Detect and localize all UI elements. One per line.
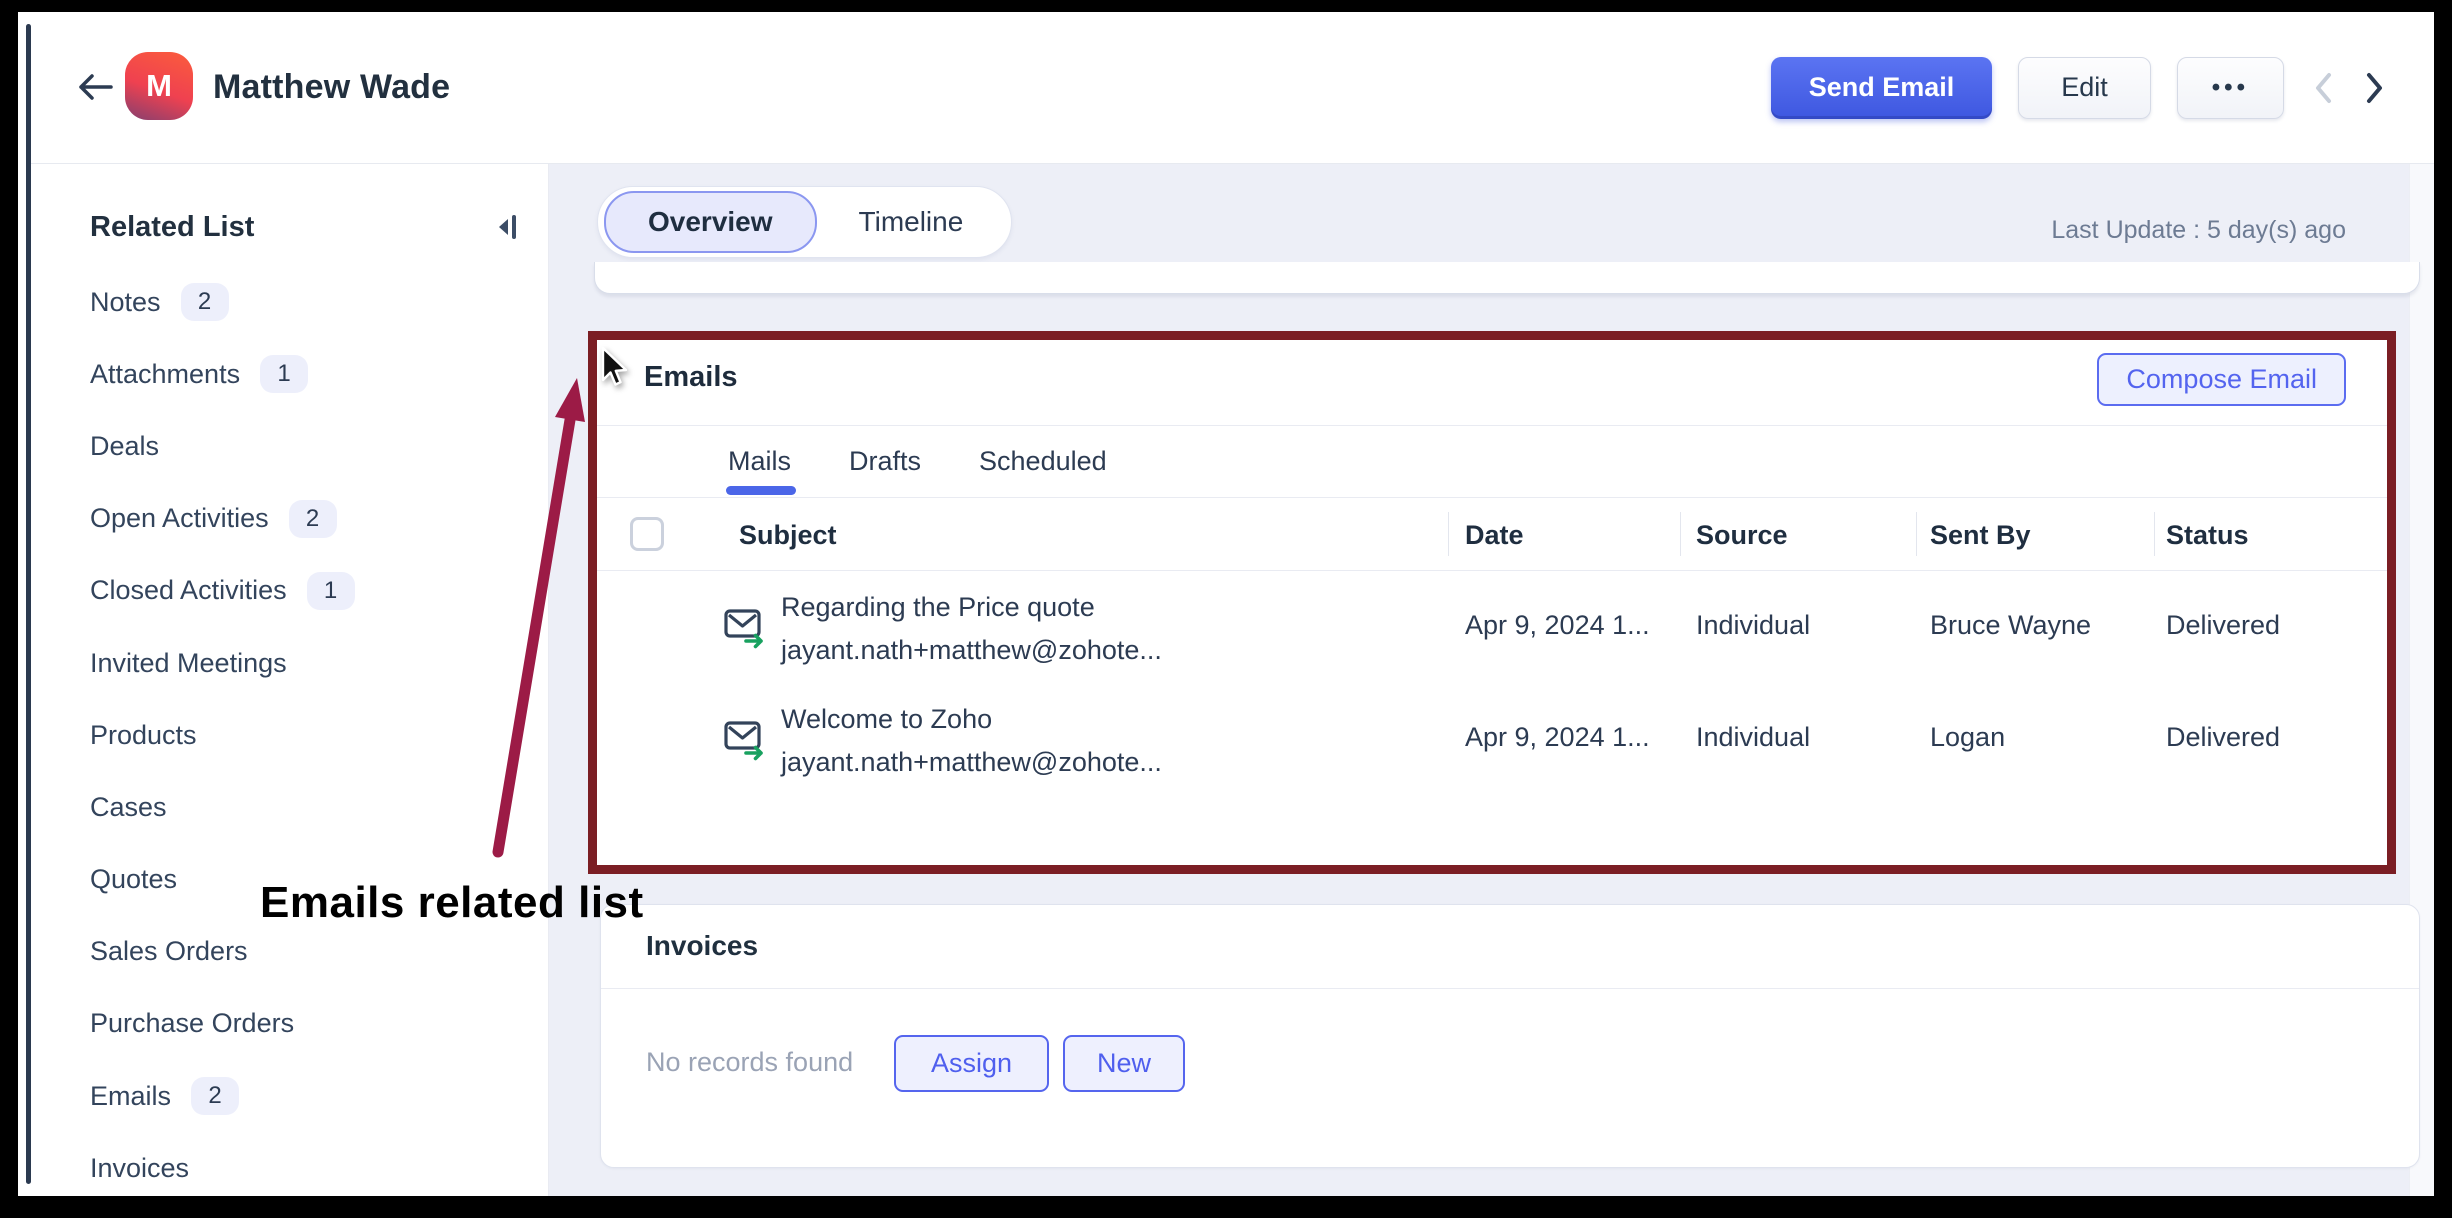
email-date: Apr 9, 2024 1...: [1465, 722, 1650, 753]
annotation-box: Emails Compose Email Mails Drafts Schedu…: [588, 331, 2396, 874]
emails-panel: Emails Compose Email Mails Drafts Schedu…: [597, 340, 2387, 865]
sidebar-item-products[interactable]: Products: [31, 699, 548, 771]
assign-button[interactable]: Assign: [894, 1035, 1049, 1092]
sidebar-header: Related List: [90, 202, 522, 252]
last-update-text: Last Update : 5 day(s) ago: [2051, 216, 2346, 245]
sidebar-item-deals[interactable]: Deals: [31, 410, 548, 482]
select-all-checkbox[interactable]: [630, 517, 664, 551]
active-tab-indicator: [726, 486, 796, 495]
sidebar-item-emails[interactable]: Emails 2: [31, 1060, 548, 1132]
sidebar-item-label: Invited Meetings: [90, 648, 287, 679]
email-row[interactable]: Welcome to Zoho jayant.nath+matthew@zoho…: [597, 698, 2387, 798]
back-arrow-icon: [75, 70, 115, 104]
sent-mail-icon: [723, 604, 769, 650]
email-source: Individual: [1696, 722, 1810, 753]
email-subject[interactable]: Welcome to Zoho: [781, 704, 992, 735]
email-status: Delivered: [2166, 610, 2280, 641]
empty-state-text: No records found: [646, 1047, 853, 1078]
email-status: Delivered: [2166, 722, 2280, 753]
invoices-panel-title: Invoices: [646, 930, 758, 962]
sidebar-item-closed-activities[interactable]: Closed Activities 1: [31, 555, 548, 627]
record-header: M Matthew Wade Send Email Edit •••: [31, 12, 2434, 164]
column-divider: [1916, 512, 1917, 556]
sidebar-item-label: Invoices: [90, 1153, 189, 1184]
email-date: Apr 9, 2024 1...: [1465, 610, 1650, 641]
column-header-date: Date: [1465, 520, 1524, 551]
back-button[interactable]: [75, 70, 115, 104]
next-record-button[interactable]: [2362, 68, 2388, 108]
sidebar-item-label: Notes: [90, 287, 161, 318]
record-detail-area: Overview Timeline Last Update : 5 day(s)…: [549, 164, 2434, 1196]
sidebar-item-label: Closed Activities: [90, 575, 287, 606]
collapse-sidebar-icon[interactable]: [496, 214, 522, 240]
new-button[interactable]: New: [1063, 1035, 1185, 1092]
sidebar-item-label: Emails: [90, 1081, 171, 1112]
page-title: Matthew Wade: [213, 68, 450, 107]
app-window: M Matthew Wade Send Email Edit ••• Relat…: [18, 12, 2434, 1196]
column-divider: [1680, 512, 1681, 556]
email-subject[interactable]: Regarding the Price quote: [781, 592, 1095, 623]
count-badge: 1: [260, 355, 308, 393]
sidebar-item-cases[interactable]: Cases: [31, 771, 548, 843]
compose-email-button[interactable]: Compose Email: [2097, 353, 2346, 406]
sidebar-item-attachments[interactable]: Attachments 1: [31, 338, 548, 410]
email-row[interactable]: Regarding the Price quote jayant.nath+ma…: [597, 586, 2387, 686]
sidebar-items: Notes 2 Attachments 1 Deals Open Activit…: [31, 266, 548, 1196]
related-list-sidebar: Related List Notes 2 Attachments 1 Deals: [31, 164, 549, 1196]
sidebar-item-label: Quotes: [90, 864, 177, 895]
avatar-initial: M: [146, 68, 172, 104]
mouse-cursor: [601, 346, 631, 390]
sidebar-item-label: Cases: [90, 792, 167, 823]
more-actions-button[interactable]: •••: [2177, 57, 2284, 119]
sidebar-item-invoices[interactable]: Invoices: [31, 1132, 548, 1196]
count-badge: 1: [307, 572, 355, 610]
edit-button[interactable]: Edit: [2018, 57, 2151, 119]
chevron-right-icon: [2364, 70, 2386, 106]
send-email-button[interactable]: Send Email: [1771, 57, 1993, 119]
sidebar-item-label: Purchase Orders: [90, 1008, 294, 1039]
column-divider: [2154, 512, 2155, 556]
column-header-source: Source: [1696, 520, 1788, 551]
sidebar-item-invited-meetings[interactable]: Invited Meetings: [31, 627, 548, 699]
invoices-panel: Invoices No records found Assign New: [600, 904, 2420, 1168]
count-badge: 2: [191, 1077, 239, 1115]
sidebar-item-label: Attachments: [90, 359, 240, 390]
email-sent-by: Bruce Wayne: [1930, 610, 2091, 641]
annotation-label: Emails related list: [260, 878, 644, 928]
sidebar-item-notes[interactable]: Notes 2: [31, 266, 548, 338]
chevron-left-icon: [2312, 70, 2334, 106]
sidebar-item-label: Sales Orders: [90, 936, 248, 967]
emails-panel-title: Emails: [644, 361, 738, 394]
column-header-sent-by: Sent By: [1930, 520, 2031, 551]
sidebar-item-label: Open Activities: [90, 503, 269, 534]
tab-drafts[interactable]: Drafts: [849, 446, 921, 477]
tab-mails[interactable]: Mails: [728, 446, 791, 477]
sidebar-item-label: Deals: [90, 431, 159, 462]
tab-overview[interactable]: Overview: [604, 191, 817, 253]
view-tab-switcher: Overview Timeline: [597, 186, 1012, 258]
email-recipient: jayant.nath+matthew@zohote...: [781, 635, 1162, 666]
count-badge: 2: [181, 283, 229, 321]
sidebar-item-open-activities[interactable]: Open Activities 2: [31, 483, 548, 555]
email-source: Individual: [1696, 610, 1810, 641]
column-divider: [1448, 512, 1449, 556]
tab-timeline[interactable]: Timeline: [817, 193, 1006, 251]
divider: [601, 988, 2419, 989]
email-recipient: jayant.nath+matthew@zohote...: [781, 747, 1162, 778]
count-badge: 2: [289, 500, 337, 538]
sent-mail-icon: [723, 716, 769, 762]
email-table-header: Subject Date Source Sent By Status: [597, 497, 2387, 571]
tab-scheduled[interactable]: Scheduled: [979, 446, 1107, 477]
header-actions: Send Email Edit •••: [1771, 12, 2388, 163]
previous-record-button[interactable]: [2310, 68, 2336, 108]
screenshot-root: { "header": { "avatar_initial": "M", "ti…: [0, 0, 2452, 1218]
column-header-subject: Subject: [739, 520, 837, 551]
sidebar-title: Related List: [90, 211, 254, 244]
email-sent-by: Logan: [1930, 722, 2005, 753]
column-header-status: Status: [2166, 520, 2249, 551]
sidebar-item-purchase-orders[interactable]: Purchase Orders: [31, 988, 548, 1060]
previous-card-bottom-edge: [594, 262, 2420, 294]
avatar[interactable]: M: [125, 52, 193, 120]
sidebar-item-label: Products: [90, 720, 197, 751]
